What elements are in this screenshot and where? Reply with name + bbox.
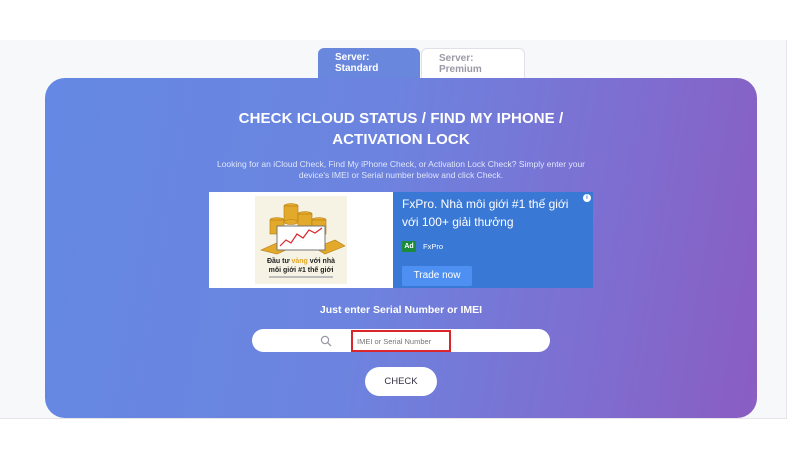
page-title-line-2: ACTIVATION LOCK [332,131,470,148]
server-tabs: Server: Standard Server: Premium [318,48,525,78]
search-icon [320,334,332,347]
imei-serial-input[interactable] [351,330,451,352]
ad-image-text-line2: môi giới #1 thế giới [269,266,334,274]
svg-text:Đầu tư vàng với nhà: Đầu tư vàng với nhà [267,256,335,265]
ad-image-text-highlight: vàng [292,258,308,265]
ad-text-panel[interactable]: FxPro. Nhà môi giới #1 thế giới với 100+… [393,192,593,288]
ad-choices-icon[interactable]: i [583,194,591,202]
check-panel: CHECK ICLOUD STATUS / FIND MY IPHONE / A… [45,78,757,418]
page-title-line-1: CHECK ICLOUD STATUS / FIND MY IPHONE / [238,110,564,127]
advertisement-banner[interactable]: Đầu tư vàng với nhà môi giới #1 thế giới… [209,192,593,288]
description-line-2: device's IMEI or Serial number below and… [298,170,504,180]
check-button[interactable]: CHECK [365,367,437,396]
trade-now-button[interactable]: Trade now [402,266,472,286]
serial-imei-label: Just enter Serial Number or IMEI [319,304,483,316]
tab-server-standard[interactable]: Server: Standard [318,48,420,78]
ad-brand: FxPro [423,242,444,251]
ad-image-text-part2: với nhà [308,258,335,265]
ad-gold-image[interactable]: Đầu tư vàng với nhà môi giới #1 thế giới [255,196,347,284]
tab-server-premium[interactable]: Server: Premium [421,48,525,78]
page-description: Looking for an iCloud Check, Find My iPh… [195,159,607,181]
ad-image-text-part1: Đầu tư [267,256,292,265]
ad-image-area[interactable]: Đầu tư vàng với nhà môi giới #1 thế giới [209,192,393,288]
gold-coins-illustration: Đầu tư vàng với nhà môi giới #1 thế giới [255,196,347,284]
description-line-1: Looking for an iCloud Check, Find My iPh… [216,159,586,169]
ad-badge: Ad [402,241,416,252]
search-bar[interactable] [252,329,550,352]
ad-headline[interactable]: FxPro. Nhà môi giới #1 thế giới với 100+… [402,195,574,231]
page-title: CHECK ICLOUD STATUS / FIND MY IPHONE / A… [45,108,757,150]
